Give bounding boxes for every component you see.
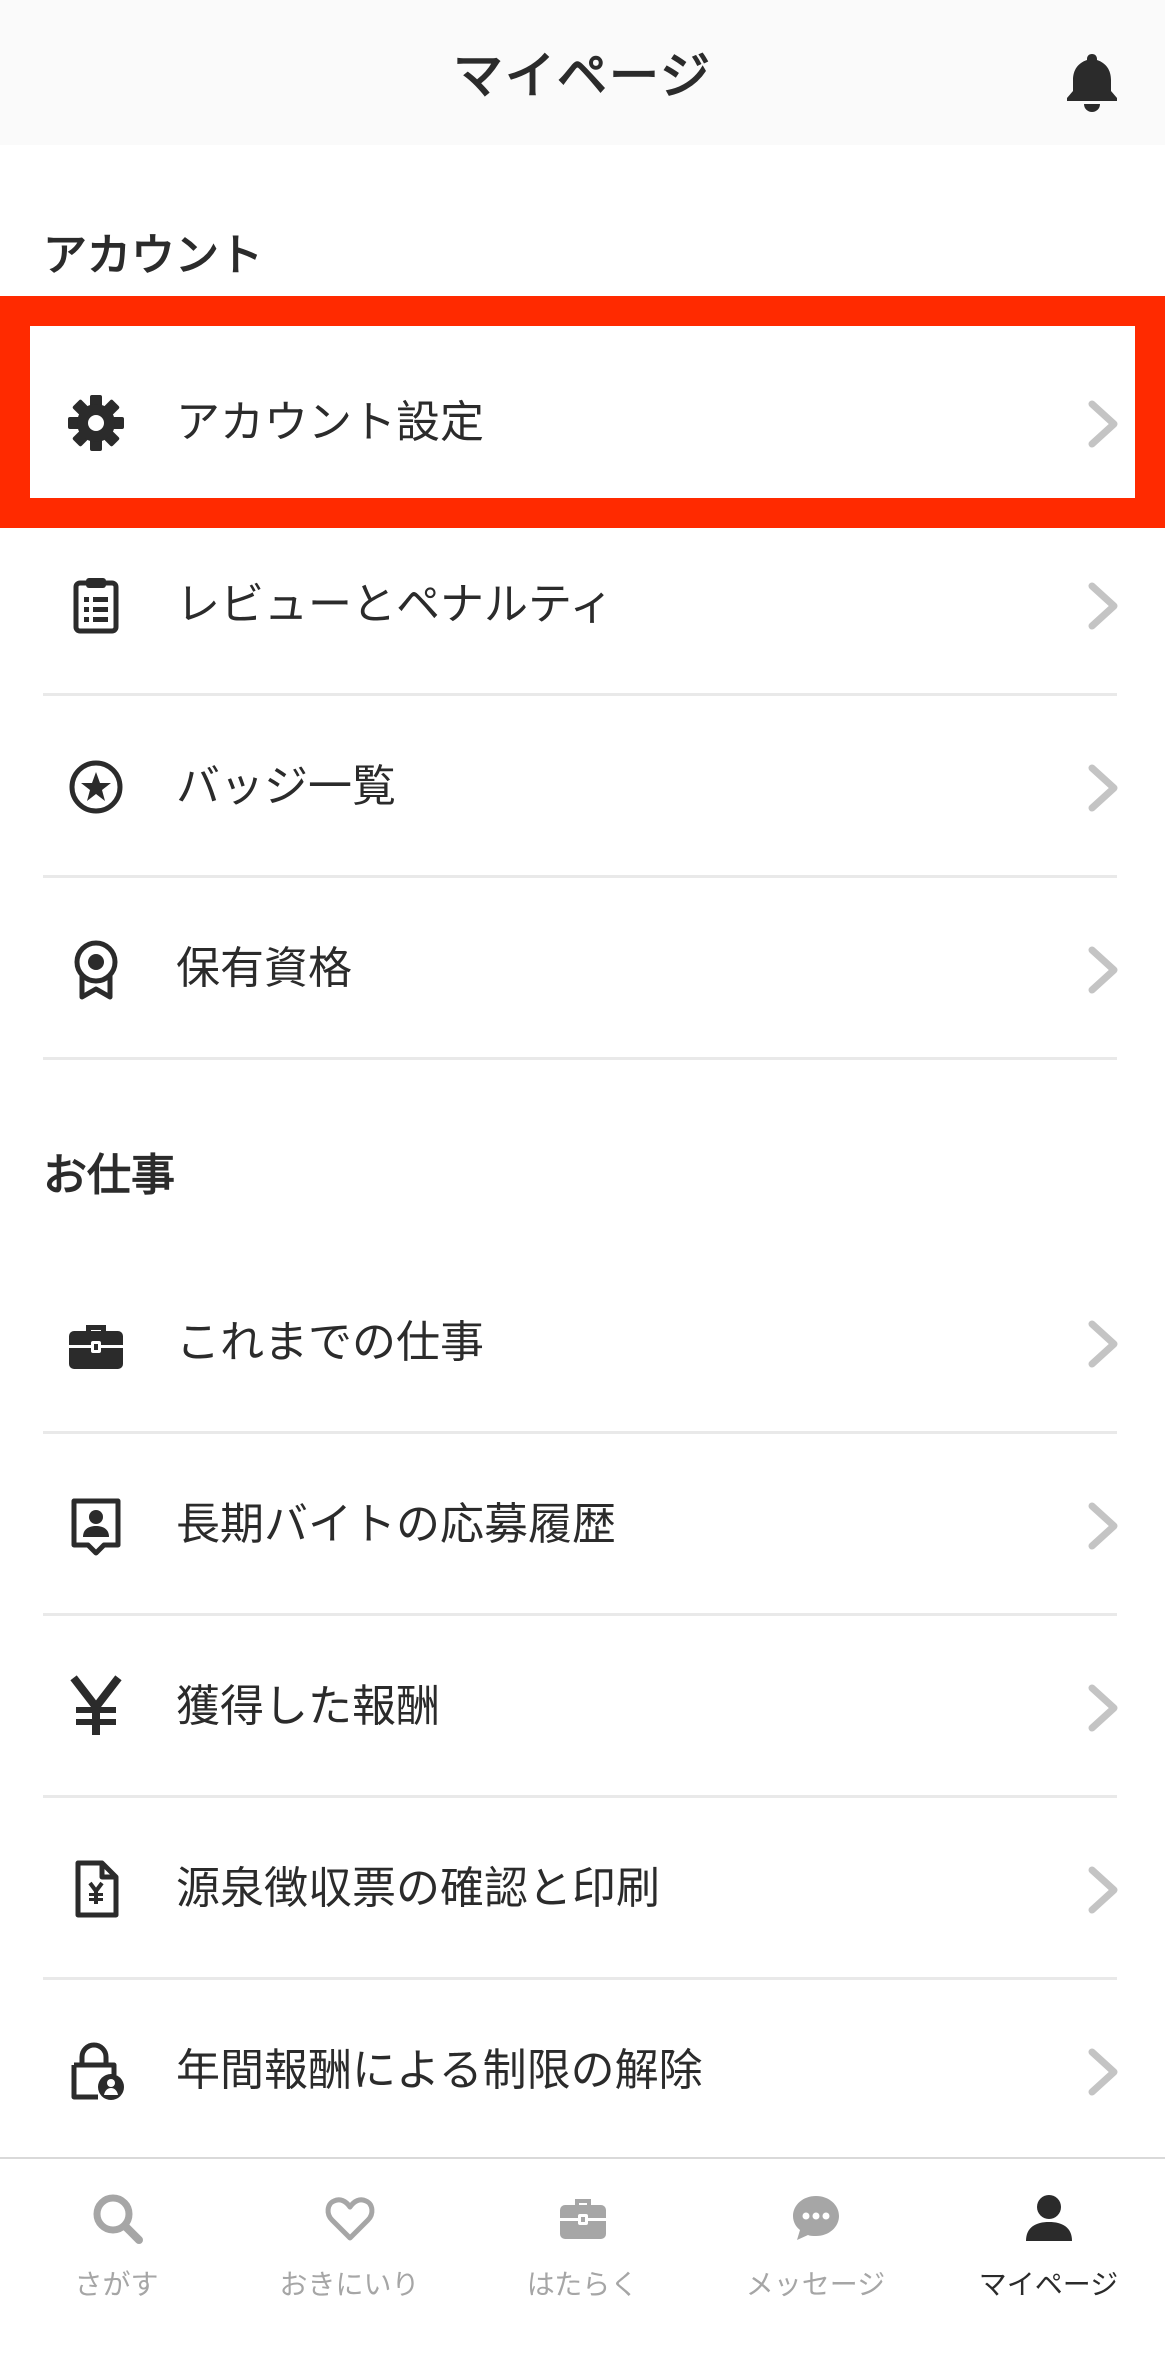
divider (43, 1057, 1117, 1060)
tab-mypage[interactable]: マイページ (932, 2159, 1165, 2365)
menu-item-withholding-slip[interactable]: 源泉徴収票の確認と印刷 (0, 1798, 1165, 1980)
menu-item-badges[interactable]: バッジ一覧 (0, 696, 1165, 878)
person-icon (1026, 2195, 1072, 2241)
tab-search[interactable]: さがす (0, 2159, 233, 2365)
menu-item-long-term-applications[interactable]: 長期バイトの応募履歴 (0, 1434, 1165, 1616)
chevron-right-icon (1088, 1684, 1118, 1732)
menu-item-reviews-penalties[interactable]: レビューとペナルティ (0, 514, 1165, 696)
gear-icon (68, 395, 124, 451)
chevron-right-icon (1088, 2048, 1118, 2096)
menu-item-annual-limit-release[interactable]: 年間報酬による制限の解除 (0, 1980, 1165, 2162)
tab-work[interactable]: はたらく (466, 2159, 699, 2365)
tab-messages[interactable]: メッセージ (699, 2159, 932, 2365)
briefcase-icon (69, 1325, 123, 1369)
chevron-right-icon (1088, 400, 1118, 448)
profile-card-icon (71, 1498, 121, 1556)
star-badge-icon (69, 760, 123, 814)
menu-item-label: 保有資格 (176, 943, 352, 994)
menu-item-label: 年間報酬による制限の解除 (176, 2045, 703, 2096)
menu-item-label: 獲得した報酬 (176, 1681, 440, 1732)
menu-item-qualifications[interactable]: 保有資格 (0, 878, 1165, 1060)
lock-user-icon (71, 2042, 124, 2100)
tab-label: マイページ (978, 2268, 1119, 2301)
tab-label: おきにいり (279, 2268, 420, 2301)
chevron-right-icon (1088, 946, 1118, 994)
clipboard-icon (73, 578, 119, 634)
menu-item-label: バッジ一覧 (176, 761, 396, 812)
chevron-right-icon (1088, 764, 1118, 812)
chevron-right-icon (1088, 582, 1118, 630)
menu-item-earned-rewards[interactable]: 獲得した報酬 (0, 1616, 1165, 1798)
menu-item-label: 長期バイトの応募履歴 (176, 1499, 616, 1550)
tab-favorites[interactable]: おきにいり (233, 2159, 466, 2365)
certificate-icon (74, 940, 118, 1000)
header: マイページ (0, 0, 1165, 145)
chat-bubble-icon (793, 2196, 839, 2240)
menu-item-past-jobs[interactable]: これまでの仕事 (0, 1252, 1165, 1434)
bottom-tab-bar: さがす おきにいり はたらく メッセージ マイページ (0, 2157, 1165, 2365)
heart-icon (325, 2197, 375, 2241)
tab-label: メッセージ (745, 2268, 886, 2301)
briefcase-icon (560, 2199, 606, 2239)
menu-item-account-settings[interactable]: アカウント設定 (0, 332, 1165, 514)
menu-item-label: レビューとペナルティ (176, 579, 614, 630)
chevron-right-icon (1088, 1866, 1118, 1914)
menu-item-label: アカウント設定 (176, 397, 484, 448)
yen-icon (70, 1675, 122, 1735)
chevron-right-icon (1088, 1320, 1118, 1368)
tab-label: さがす (74, 2268, 159, 2301)
section-title-work: お仕事 (43, 1150, 175, 1201)
menu-item-label: これまでの仕事 (176, 1317, 484, 1368)
chevron-right-icon (1088, 1502, 1118, 1550)
search-icon (93, 2194, 143, 2244)
bell-icon[interactable] (1062, 50, 1122, 112)
section-title-account: アカウント (43, 230, 263, 281)
menu-item-label: 源泉徴収票の確認と印刷 (176, 1863, 660, 1914)
page-title: マイページ (453, 47, 712, 105)
tab-label: はたらく (526, 2268, 639, 2301)
yen-document-icon (75, 1860, 119, 1918)
